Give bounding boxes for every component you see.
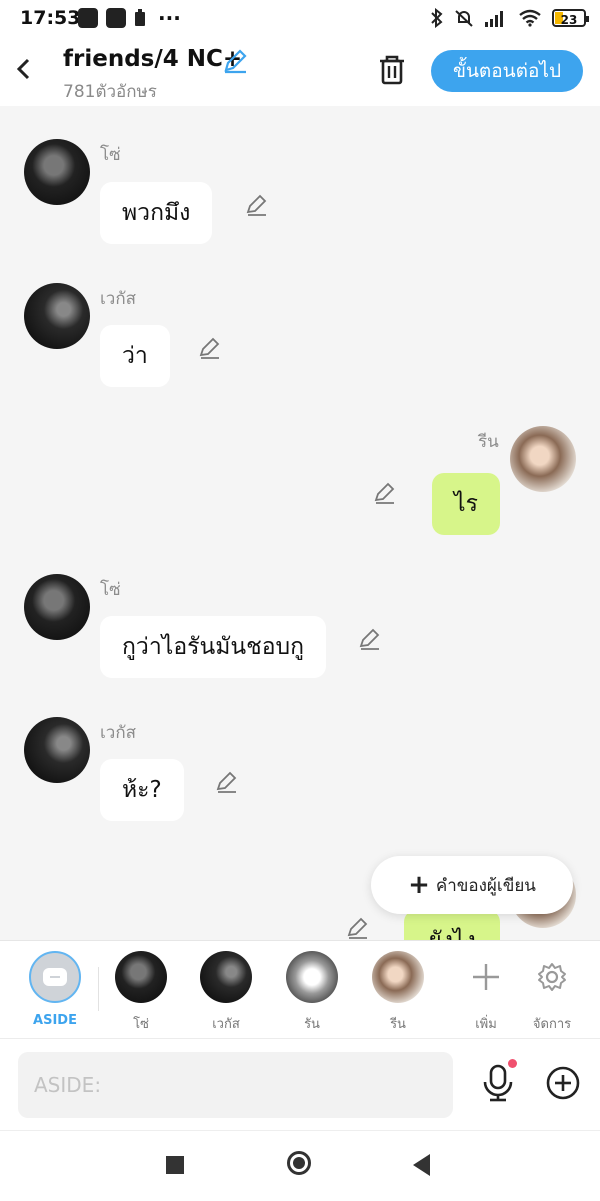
pencil-icon[interactable] (358, 627, 382, 651)
message-bubble[interactable]: กูว่าไอรันมันชอบกู (100, 616, 327, 678)
voice-button[interactable] (480, 1063, 516, 1107)
chat-area[interactable]: โซ่ พวกมึง เวกัส ว่า รีน ไร โซ่ กูว่าไอร… (0, 106, 600, 940)
system-back-button[interactable] (413, 1154, 430, 1176)
wifi-icon (519, 9, 541, 27)
sender-name: เวกัส (100, 723, 137, 743)
input-bar (0, 1038, 600, 1131)
battery-saver-icon (135, 9, 145, 26)
mute-icon (455, 10, 473, 27)
system-nav-bar (0, 1130, 600, 1201)
character-aside[interactable]: ASIDE (20, 951, 90, 1028)
avatar[interactable] (24, 574, 90, 640)
avatar (372, 951, 424, 1003)
page-title[interactable]: friends/4 NC+ (63, 46, 242, 72)
manage-label: จัดการ (532, 1017, 572, 1032)
avatar (200, 951, 252, 1003)
character-label: ASIDE (33, 1013, 77, 1028)
plus-icon: + (408, 870, 430, 900)
app-header: friends/4 NC+ 781ตัวอักษร ขั้นตอนต่อไป (0, 38, 600, 106)
sender-name: โซ่ (100, 580, 121, 600)
message-bubble[interactable]: ห้ะ? (100, 759, 184, 821)
status-bar: 17:53 ··· 23 (0, 0, 600, 38)
avatar (115, 951, 167, 1003)
notification-dot (508, 1059, 517, 1068)
divider (98, 967, 99, 1011)
gear-icon (526, 951, 578, 1003)
back-chevron-icon (16, 58, 30, 80)
message-bubble[interactable]: ไร (432, 473, 500, 535)
avatar[interactable] (24, 139, 90, 205)
avatar (286, 951, 338, 1003)
next-step-button[interactable]: ขั้นตอนต่อไป (431, 50, 583, 92)
status-time: 17:53 (20, 7, 81, 29)
add-character-button[interactable]: เพิ่ม (451, 951, 521, 1034)
chat-bubble-icon (43, 968, 67, 986)
status-left-icons: ··· (78, 8, 181, 28)
battery-icon: 23 (552, 9, 589, 27)
pencil-icon (224, 49, 247, 74)
avatar[interactable] (24, 283, 90, 349)
manage-button[interactable]: จัดการ (517, 951, 587, 1034)
plus-icon (460, 951, 512, 1003)
character-count: 781ตัวอักษร (63, 82, 157, 102)
status-right-icons: 23 (430, 8, 589, 28)
sender-name: โซ่ (100, 145, 121, 165)
character-reen[interactable]: รีน (363, 951, 433, 1034)
character-bar: ASIDE โซ่ เวกัส รัน รีน เพิ่ม จัดการ (0, 940, 600, 1039)
delete-button[interactable] (377, 54, 407, 90)
character-run[interactable]: รัน (277, 951, 347, 1034)
character-so[interactable]: โซ่ (106, 951, 176, 1034)
edit-title-button[interactable] (222, 48, 248, 78)
trash-icon (380, 55, 404, 85)
back-button[interactable] (14, 54, 34, 90)
pencil-icon[interactable] (346, 916, 370, 940)
sender-name: รีน (478, 432, 499, 452)
message-bubble[interactable]: พวกมึง (100, 182, 213, 244)
character-label: เวกัส (212, 1017, 240, 1032)
sender-name: เวกัส (100, 289, 137, 309)
author-note-label: คำของผู้เขียน (435, 875, 536, 896)
pencil-icon[interactable] (373, 481, 397, 505)
message-notification-icon (106, 8, 126, 28)
character-vegas[interactable]: เวกัส (191, 951, 261, 1034)
add-label: เพิ่ม (475, 1017, 497, 1032)
message-input[interactable] (18, 1052, 453, 1118)
pencil-icon[interactable] (215, 770, 239, 794)
battery-level: 23 (560, 13, 578, 27)
add-circle-icon (546, 1066, 580, 1100)
recents-button[interactable] (166, 1156, 184, 1174)
bluetooth-icon (431, 8, 443, 28)
character-label: โซ่ (133, 1017, 149, 1032)
home-button[interactable] (287, 1151, 311, 1175)
add-attachment-button[interactable] (545, 1065, 581, 1105)
avatar[interactable] (510, 426, 576, 492)
aside-avatar (29, 951, 81, 1003)
author-note-button[interactable]: + คำของผู้เขียน (371, 856, 573, 914)
message-bubble[interactable]: ยังไง (404, 910, 500, 940)
mic-icon (483, 1064, 513, 1102)
message-bubble[interactable]: ว่า (100, 325, 170, 387)
pencil-icon[interactable] (198, 336, 222, 360)
character-label: รัน (304, 1017, 320, 1032)
app-notification-icon (78, 8, 98, 28)
character-label: รีน (390, 1017, 406, 1032)
pencil-icon[interactable] (245, 193, 269, 217)
avatar[interactable] (24, 717, 90, 783)
signal-icon (485, 11, 503, 27)
more-notifications-icon: ··· (158, 6, 181, 30)
